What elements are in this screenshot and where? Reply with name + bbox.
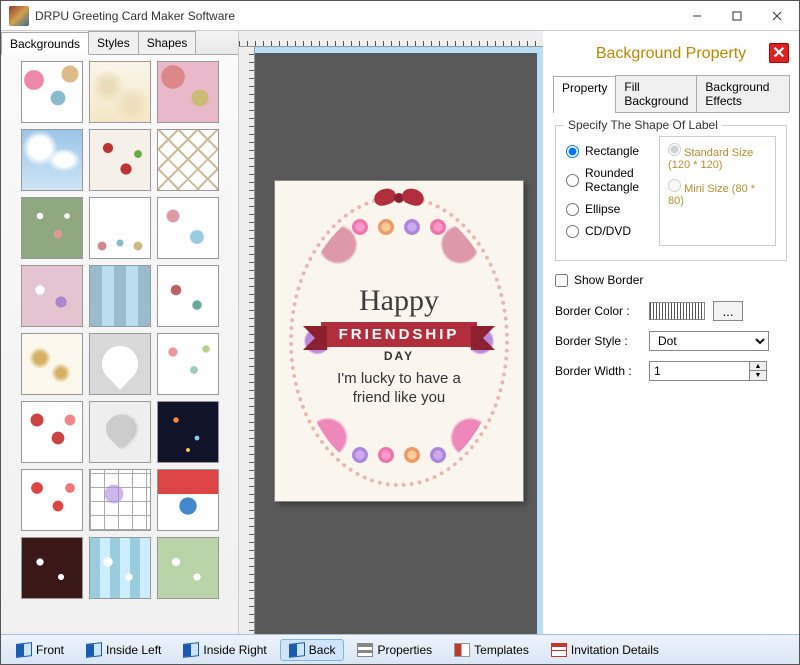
properties-button[interactable]: Properties: [348, 639, 441, 661]
titlebar: DRPU Greeting Card Maker Software: [1, 1, 799, 31]
bg-thumb[interactable]: [89, 537, 151, 599]
flower-row-bottom: [275, 447, 523, 463]
bg-thumb[interactable]: [21, 265, 83, 327]
left-tabs: Backgrounds Styles Shapes: [1, 31, 238, 55]
bow-icon: [374, 187, 424, 211]
spin-down-icon[interactable]: ▼: [750, 371, 766, 380]
greeting-card[interactable]: Happy FRIENDSHIP DAY I'm lucky to have a…: [275, 181, 523, 501]
close-button[interactable]: [757, 2, 797, 30]
bg-thumb[interactable]: [157, 469, 219, 531]
radio-rounded-rectangle[interactable]: Rounded Rectangle: [566, 166, 639, 194]
bg-thumb[interactable]: [89, 61, 151, 123]
card-icon: [16, 642, 32, 658]
shape-fieldset: Specify The Shape Of Label Rectangle Rou…: [555, 125, 787, 261]
radio-cd-dvd[interactable]: CD/DVD: [566, 224, 639, 238]
bg-thumb[interactable]: [89, 197, 151, 259]
thumbnail-grid: [5, 61, 234, 599]
maximize-button[interactable]: [717, 2, 757, 30]
bg-thumb[interactable]: [89, 333, 151, 395]
templates-icon: [454, 643, 470, 657]
border-style-select[interactable]: Dot: [649, 331, 769, 351]
tab-fill-background[interactable]: Fill Background: [615, 75, 697, 112]
view-back-button[interactable]: Back: [280, 639, 345, 661]
view-inside-left-button[interactable]: Inside Left: [77, 639, 170, 661]
properties-panel: Background Property ✕ Property Fill Back…: [543, 31, 799, 634]
card-icon: [183, 642, 199, 658]
border-width-input[interactable]: [649, 361, 749, 381]
panel-close-button[interactable]: ✕: [769, 43, 789, 63]
selection-bar-h: [255, 47, 543, 53]
spin-up-icon[interactable]: ▲: [750, 362, 766, 371]
app-icon: [9, 6, 29, 26]
shape-legend: Specify The Shape Of Label: [564, 118, 722, 132]
border-width-label: Border Width :: [555, 364, 641, 378]
border-color-label: Border Color :: [555, 304, 641, 318]
bg-thumb[interactable]: [21, 537, 83, 599]
radio-cd-mini[interactable]: Mini Size (80 * 80): [668, 179, 767, 207]
left-panel: Backgrounds Styles Shapes: [1, 31, 239, 634]
bg-thumb[interactable]: [89, 265, 151, 327]
bg-thumb[interactable]: [157, 197, 219, 259]
invitation-details-button[interactable]: Invitation Details: [542, 639, 668, 661]
canvas-panel: Happy FRIENDSHIP DAY I'm lucky to have a…: [239, 31, 543, 634]
property-tabs: Property Fill Background Background Effe…: [553, 75, 789, 113]
bg-thumb[interactable]: [157, 265, 219, 327]
view-front-button[interactable]: Front: [7, 639, 73, 661]
bg-thumb[interactable]: [157, 333, 219, 395]
card-icon: [289, 642, 305, 658]
tab-background-effects[interactable]: Background Effects: [696, 75, 790, 112]
bg-thumb[interactable]: [157, 537, 219, 599]
invitation-icon: [551, 643, 567, 657]
thumbnail-scroll[interactable]: [1, 55, 238, 634]
ruler-vertical: [239, 47, 255, 634]
bg-thumb[interactable]: [89, 469, 151, 531]
bg-thumb[interactable]: [21, 401, 83, 463]
bg-thumb[interactable]: [21, 469, 83, 531]
tab-backgrounds[interactable]: Backgrounds: [1, 32, 89, 55]
bg-thumb[interactable]: [157, 61, 219, 123]
border-width-spinner[interactable]: ▲ ▼: [649, 361, 767, 381]
show-border-checkbox[interactable]: Show Border: [555, 273, 787, 287]
radio-rectangle[interactable]: Rectangle: [566, 144, 639, 158]
flower-row-top: [275, 219, 523, 235]
bg-thumb[interactable]: [157, 129, 219, 191]
bg-thumb[interactable]: [21, 197, 83, 259]
radio-ellipse[interactable]: Ellipse: [566, 202, 639, 216]
radio-cd-standard[interactable]: Standard Size (120 * 120): [668, 143, 767, 171]
bg-thumb[interactable]: [89, 129, 151, 191]
border-color-swatch[interactable]: [649, 302, 705, 320]
selection-bar-v: [537, 47, 543, 634]
bg-thumb[interactable]: [89, 401, 151, 463]
bg-thumb[interactable]: [21, 129, 83, 191]
ruler-horizontal: [239, 31, 543, 47]
view-inside-right-button[interactable]: Inside Right: [174, 639, 275, 661]
tab-styles[interactable]: Styles: [88, 31, 139, 54]
bg-thumb[interactable]: [157, 401, 219, 463]
tab-shapes[interactable]: Shapes: [138, 31, 197, 54]
canvas-area[interactable]: Happy FRIENDSHIP DAY I'm lucky to have a…: [255, 47, 543, 634]
properties-icon: [357, 643, 373, 657]
bottom-toolbar: Front Inside Left Inside Right Back Prop…: [1, 634, 799, 664]
window-title: DRPU Greeting Card Maker Software: [35, 9, 677, 23]
cd-size-group: Standard Size (120 * 120) Mini Size (80 …: [659, 136, 776, 246]
card-icon: [86, 642, 102, 658]
panel-title: Background Property ✕: [553, 39, 789, 69]
card-ribbon: FRIENDSHIP: [321, 322, 478, 347]
bg-thumb[interactable]: [21, 61, 83, 123]
minimize-button[interactable]: [677, 2, 717, 30]
templates-button[interactable]: Templates: [445, 639, 538, 661]
border-style-label: Border Style :: [555, 334, 641, 348]
tab-property[interactable]: Property: [553, 76, 616, 113]
bg-thumb[interactable]: [21, 333, 83, 395]
border-color-more-button[interactable]: ...: [713, 301, 743, 321]
